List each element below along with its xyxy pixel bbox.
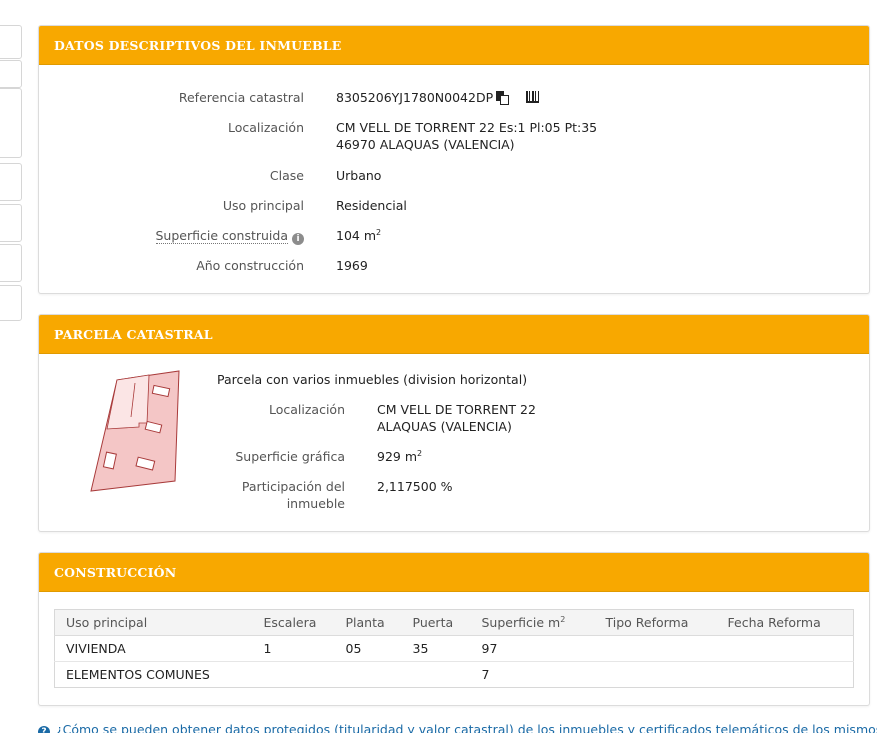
parcel-localizacion-label: Localización xyxy=(268,402,345,417)
col-superficie-exp: 2 xyxy=(560,614,566,624)
superficie-exp: 2 xyxy=(376,227,382,237)
table-row: ELEMENTOS COMUNES 7 xyxy=(54,661,854,688)
anio-label: Año construcción xyxy=(196,258,304,273)
construction-table-header: Uso principal Escalera Planta Puerta Sup… xyxy=(54,609,854,636)
side-nav-box-6[interactable] xyxy=(0,244,22,282)
localizacion-line2: 46970 ALAQUAS (VALENCIA) xyxy=(336,137,515,152)
cell-puerta xyxy=(401,661,471,688)
side-nav-box-1[interactable] xyxy=(0,25,22,59)
anio-value: 1969 xyxy=(336,258,368,273)
col-uso: Uso principal xyxy=(54,609,253,636)
table-row: VIVIENDA 1 05 35 97 xyxy=(54,635,854,662)
cell-uso: VIVIENDA xyxy=(54,635,253,662)
info-icon[interactable]: i xyxy=(292,233,304,245)
protected-data-link-text: ¿Cómo se pueden obtener datos protegidos… xyxy=(56,722,877,733)
superficie-value: 104 m xyxy=(336,228,377,243)
parcel-superficie-value-row: 929 m2 xyxy=(377,449,422,464)
parcel-superficie-value: 929 m xyxy=(377,449,418,464)
parcel-localizacion-line1: CM VELL DE TORRENT 22 xyxy=(377,402,536,417)
col-superficie: Superficie m xyxy=(481,615,561,630)
clase-value: Urbano xyxy=(336,168,382,183)
cell-escalera: 1 xyxy=(252,635,335,662)
side-nav-box-3[interactable] xyxy=(0,88,22,158)
side-nav-box-4[interactable] xyxy=(0,163,22,201)
localizacion-line1: CM VELL DE TORRENT 22 Es:1 Pl:05 Pt:35 xyxy=(336,120,598,135)
parcel-localizacion-line2: ALAQUAS (VALENCIA) xyxy=(377,419,512,434)
parcel-superficie-label: Superficie gráfica xyxy=(235,449,345,464)
construction-panel: CONSTRUCCIÓN Uso principal Escalera Plan… xyxy=(38,552,870,706)
cell-planta: 05 xyxy=(334,635,402,662)
cell-puerta: 35 xyxy=(401,635,471,662)
col-puerta: Puerta xyxy=(401,609,471,636)
col-escalera: Escalera xyxy=(252,609,335,636)
construction-header: CONSTRUCCIÓN xyxy=(39,553,869,592)
parcel-light-area xyxy=(106,374,150,430)
side-nav-box-2[interactable] xyxy=(0,60,22,88)
side-nav-box-7[interactable] xyxy=(0,285,22,321)
cell-superficie: 97 xyxy=(470,635,595,662)
localizacion-label: Localización xyxy=(227,120,304,135)
protected-data-link[interactable]: ? ¿Cómo se pueden obtener datos protegido… xyxy=(38,722,877,733)
referencia-value: 8305206YJ1780N0042DP xyxy=(336,90,494,105)
parcel-superficie-exp: 2 xyxy=(417,448,423,458)
superficie-label: Superficie construida xyxy=(155,228,288,244)
side-nav-box-5[interactable] xyxy=(0,204,22,242)
cell-tipo-reforma xyxy=(594,635,717,662)
superficie-value-row: 104 m2 xyxy=(336,228,381,243)
descriptive-data-panel: DATOS DESCRIPTIVOS DEL INMUEBLE Referenc… xyxy=(38,25,870,294)
cell-fecha-reforma xyxy=(716,635,854,662)
construction-table: Uso principal Escalera Planta Puerta Sup… xyxy=(54,609,854,688)
parcel-header: PARCELA CATASTRAL xyxy=(39,315,869,354)
participacion-label-line1: Participación del xyxy=(241,479,345,494)
cell-escalera xyxy=(252,661,335,688)
descriptive-data-header: DATOS DESCRIPTIVOS DEL INMUEBLE xyxy=(39,26,869,65)
question-icon: ? xyxy=(38,726,50,733)
cell-superficie: 7 xyxy=(470,661,595,688)
referencia-value-row: 8305206YJ1780N0042DP xyxy=(336,90,540,105)
cell-planta xyxy=(334,661,402,688)
participacion-value: 2,117500 % xyxy=(377,479,453,494)
col-tipo-reforma: Tipo Reforma xyxy=(594,609,717,636)
parcel-map[interactable] xyxy=(87,367,192,492)
uso-label: Uso principal xyxy=(222,198,304,213)
cell-tipo-reforma xyxy=(594,661,717,688)
referencia-label: Referencia catastral xyxy=(178,90,304,105)
uso-value: Residencial xyxy=(336,198,407,213)
col-superficie-row: Superficie m2 xyxy=(470,609,595,636)
col-fecha-reforma: Fecha Reforma xyxy=(716,609,854,636)
clase-label: Clase xyxy=(269,168,304,183)
col-planta: Planta xyxy=(334,609,402,636)
parcel-panel: PARCELA CATASTRAL Parcela con varios inm… xyxy=(38,314,870,532)
superficie-label-row: Superficie construida i xyxy=(155,228,304,245)
parcel-title: Parcela con varios inmuebles (division h… xyxy=(217,372,528,387)
cell-uso: ELEMENTOS COMUNES xyxy=(54,661,253,688)
copy-icon[interactable] xyxy=(496,91,510,105)
cell-fecha-reforma xyxy=(716,661,854,688)
participacion-label-line2: inmueble xyxy=(286,496,345,511)
barcode-icon[interactable] xyxy=(526,91,540,103)
